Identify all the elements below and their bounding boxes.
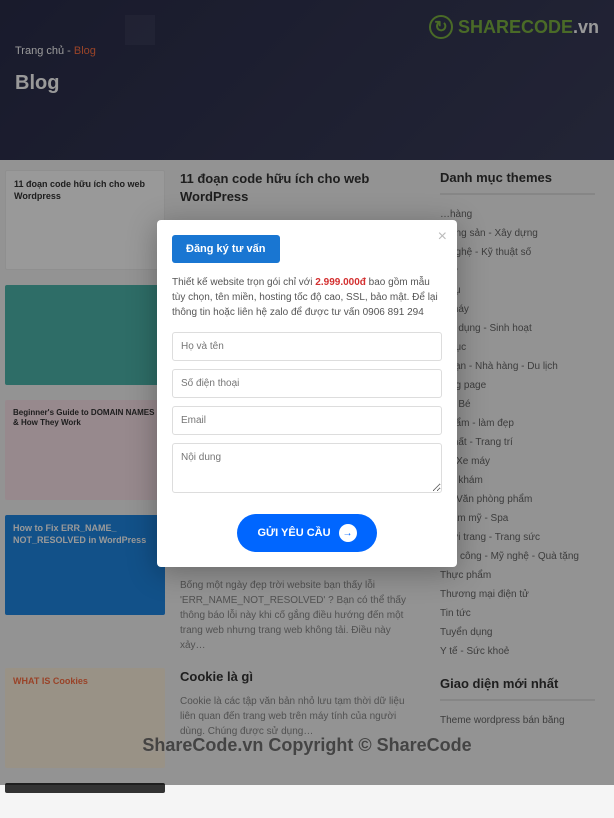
name-input[interactable]	[172, 332, 442, 361]
content-textarea[interactable]	[172, 443, 442, 493]
modal-description: Thiết kế website trọn gói chỉ với 2.999.…	[172, 275, 442, 320]
register-button[interactable]: Đăng ký tư vấn	[172, 235, 280, 263]
close-icon[interactable]: ×	[438, 228, 447, 246]
modal-dialog: × Đăng ký tư vấn Thiết kế website trọn g…	[157, 220, 457, 567]
phone-input[interactable]	[172, 369, 442, 398]
arrow-right-icon: →	[339, 524, 357, 542]
email-input[interactable]	[172, 406, 442, 435]
submit-button[interactable]: GỬI YÊU CẦU →	[237, 514, 376, 552]
